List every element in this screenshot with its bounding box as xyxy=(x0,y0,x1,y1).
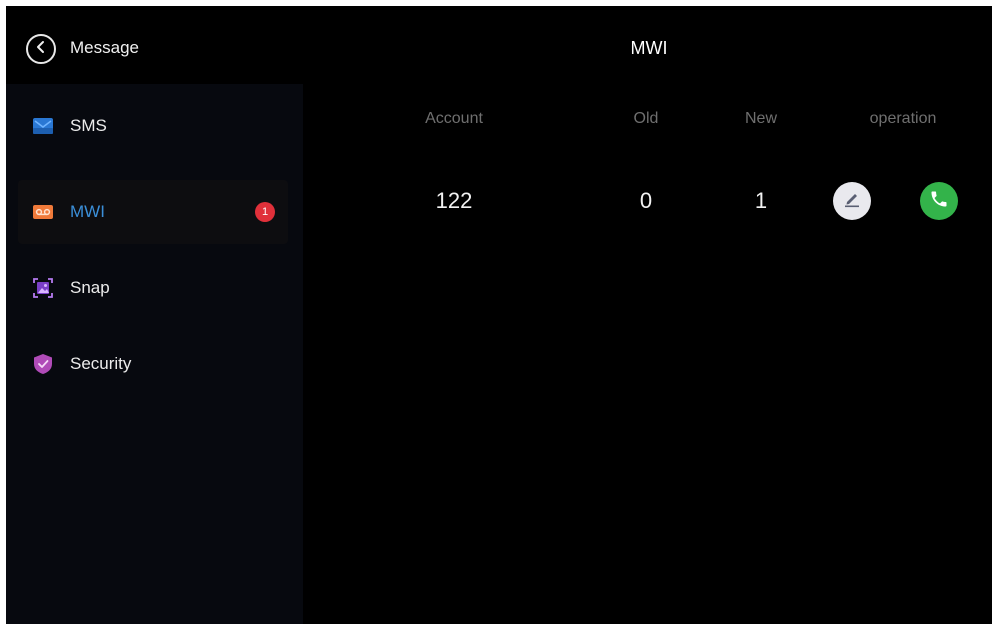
call-button[interactable] xyxy=(920,182,958,220)
voicemail-icon xyxy=(32,201,54,223)
sidebar-item-snap[interactable]: Snap xyxy=(18,256,288,320)
column-header-account: Account xyxy=(425,110,483,127)
mwi-panel: Account Old New operation 122 0 1 xyxy=(303,84,992,624)
sidebar-item-security[interactable]: Security xyxy=(18,332,288,396)
mwi-screen: Message MWI SMS MWI 1 Snap Security Acco… xyxy=(6,6,992,624)
edit-button[interactable] xyxy=(833,182,871,220)
chevron-left-icon xyxy=(35,40,47,59)
sidebar-item-label: Security xyxy=(70,354,132,373)
back-button[interactable] xyxy=(26,34,56,64)
column-header-operation: operation xyxy=(869,110,937,127)
column-header-new: New xyxy=(744,110,778,127)
pen-icon xyxy=(842,189,862,214)
sidebar-item-label: MWI xyxy=(70,202,105,221)
old-count-cell: 0 xyxy=(639,188,653,213)
sidebar-item-sms[interactable]: SMS xyxy=(18,94,288,158)
sidebar-item-label: Snap xyxy=(70,278,110,297)
sms-icon xyxy=(32,115,54,137)
unread-badge: 1 xyxy=(255,202,275,222)
column-header-old: Old xyxy=(633,110,659,127)
shield-icon xyxy=(32,353,54,375)
account-cell: 122 xyxy=(435,188,473,213)
top-bar: Message MWI xyxy=(6,6,992,84)
sidebar: SMS MWI 1 Snap Security xyxy=(6,84,303,624)
back-title[interactable]: Message xyxy=(70,38,139,58)
sidebar-item-mwi[interactable]: MWI 1 xyxy=(18,180,288,244)
phone-icon xyxy=(929,189,949,214)
page-title: MWI xyxy=(630,38,668,58)
snapshot-icon xyxy=(32,277,54,299)
sidebar-item-label: SMS xyxy=(70,116,107,135)
new-count-cell: 1 xyxy=(754,188,768,213)
